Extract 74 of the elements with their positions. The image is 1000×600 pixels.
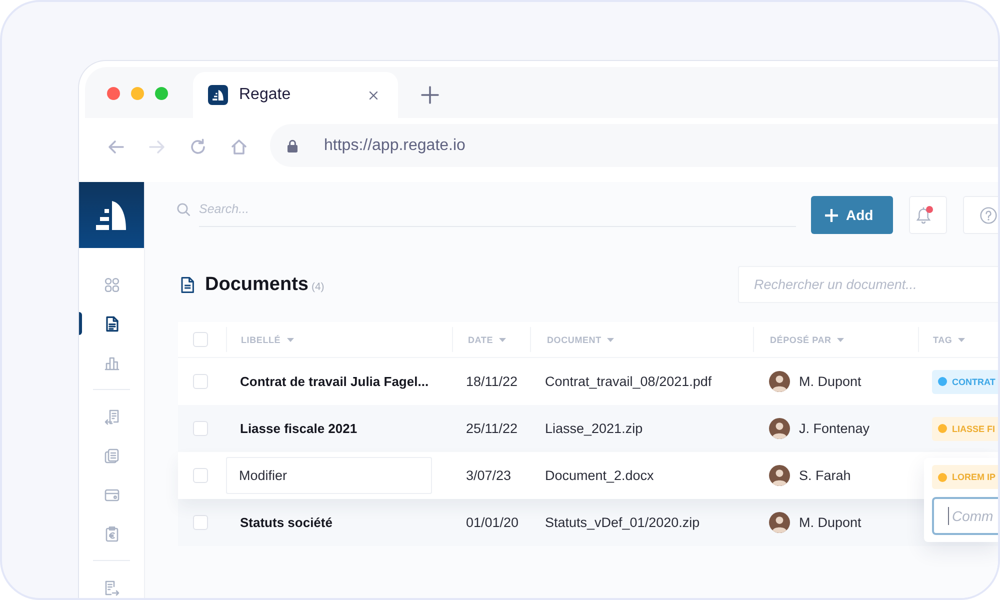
- caret-icon: [607, 338, 614, 342]
- date-text: 01/01/20: [466, 515, 519, 530]
- home-icon[interactable]: [230, 138, 248, 156]
- column-header[interactable]: DATE: [468, 334, 506, 344]
- column-header[interactable]: LIBELLÉ: [241, 334, 294, 344]
- document-arrow-icon[interactable]: [104, 408, 120, 424]
- text-cursor-icon: [948, 507, 949, 525]
- document-label: Statuts société: [240, 515, 332, 530]
- active-indicator: [79, 312, 82, 335]
- caret-icon: [958, 338, 966, 342]
- help-button[interactable]: [963, 196, 998, 234]
- card-icon[interactable]: [104, 486, 120, 502]
- back-arrow-icon[interactable]: [107, 138, 125, 156]
- plus-icon: [825, 208, 838, 222]
- browser-tab[interactable]: Regate: [193, 72, 398, 118]
- document-icon[interactable]: [104, 316, 120, 332]
- address-field[interactable]: https://app.regate.io: [270, 124, 998, 167]
- grid-icon[interactable]: [104, 276, 120, 292]
- add-button[interactable]: Add: [811, 196, 893, 234]
- pages-icon[interactable]: [104, 448, 120, 464]
- caret-icon: [837, 338, 844, 342]
- caret-icon: [499, 338, 506, 342]
- file-name: Document_2.docx: [545, 468, 654, 483]
- document-icon: [181, 276, 194, 292]
- column-header[interactable]: DÉPOSÉ PAR: [770, 334, 844, 344]
- date-text: 25/11/22: [466, 421, 518, 436]
- tag-label: LOREM IP: [952, 472, 996, 482]
- tag-label: CONTRAT: [952, 376, 996, 386]
- window-control-icon[interactable]: [107, 87, 120, 100]
- date-text: 18/11/22: [466, 374, 518, 389]
- bar-chart-icon[interactable]: [104, 354, 120, 370]
- checkbox[interactable]: [193, 468, 208, 483]
- tag-label: LIASSE FI: [952, 424, 996, 434]
- file-name: Contrat_travail_08/2021.pdf: [545, 374, 712, 389]
- help-icon: [980, 206, 997, 224]
- document-count: (4): [311, 280, 324, 292]
- document-label: Liasse fiscale 2021: [240, 421, 358, 436]
- comment-field[interactable]: Comm: [932, 497, 998, 535]
- caret-icon: [286, 338, 294, 342]
- checkbox[interactable]: [193, 332, 208, 347]
- avatar-icon: [769, 512, 790, 533]
- notifications-button[interactable]: [909, 196, 947, 234]
- checkbox[interactable]: [193, 374, 208, 389]
- uploader-name: M. Dupont: [799, 374, 862, 389]
- document-arrow-icon[interactable]: [104, 580, 120, 596]
- column-header[interactable]: DOCUMENT: [547, 334, 614, 344]
- logo-icon: [208, 85, 228, 105]
- document-label: Contrat de travail Julia Fagel...: [240, 374, 429, 389]
- logo-icon[interactable]: [79, 182, 144, 248]
- file-name: Liasse_2021.zip: [545, 421, 643, 436]
- column-header[interactable]: TAG: [933, 334, 966, 344]
- uploader-name: S. Farah: [799, 468, 851, 483]
- avatar-icon: [769, 371, 790, 392]
- search-icon: [177, 203, 190, 216]
- euro-document-icon[interactable]: [104, 526, 120, 542]
- avatar-icon: [769, 465, 790, 486]
- checkbox[interactable]: [193, 421, 208, 436]
- bell-icon: [916, 206, 931, 224]
- file-name: Statuts_vDef_01/2020.zip: [545, 515, 700, 530]
- lock-icon: [287, 138, 298, 152]
- label-input[interactable]: Modifier: [226, 457, 432, 494]
- plus-icon[interactable]: [421, 86, 439, 104]
- window-control-icon[interactable]: [131, 87, 144, 100]
- page-title: Documents: [205, 274, 308, 296]
- reload-icon[interactable]: [189, 138, 207, 156]
- document-search-field[interactable]: Rechercher un document...: [738, 266, 998, 303]
- checkbox[interactable]: [193, 515, 208, 530]
- window-control-icon[interactable]: [155, 87, 168, 100]
- uploader-name: J. Fontenay: [799, 421, 870, 436]
- avatar-icon: [769, 418, 790, 439]
- close-icon[interactable]: [369, 90, 378, 100]
- date-text: 3/07/23: [466, 468, 512, 483]
- search-field[interactable]: Search...: [199, 196, 796, 227]
- uploader-name: M. Dupont: [799, 515, 862, 530]
